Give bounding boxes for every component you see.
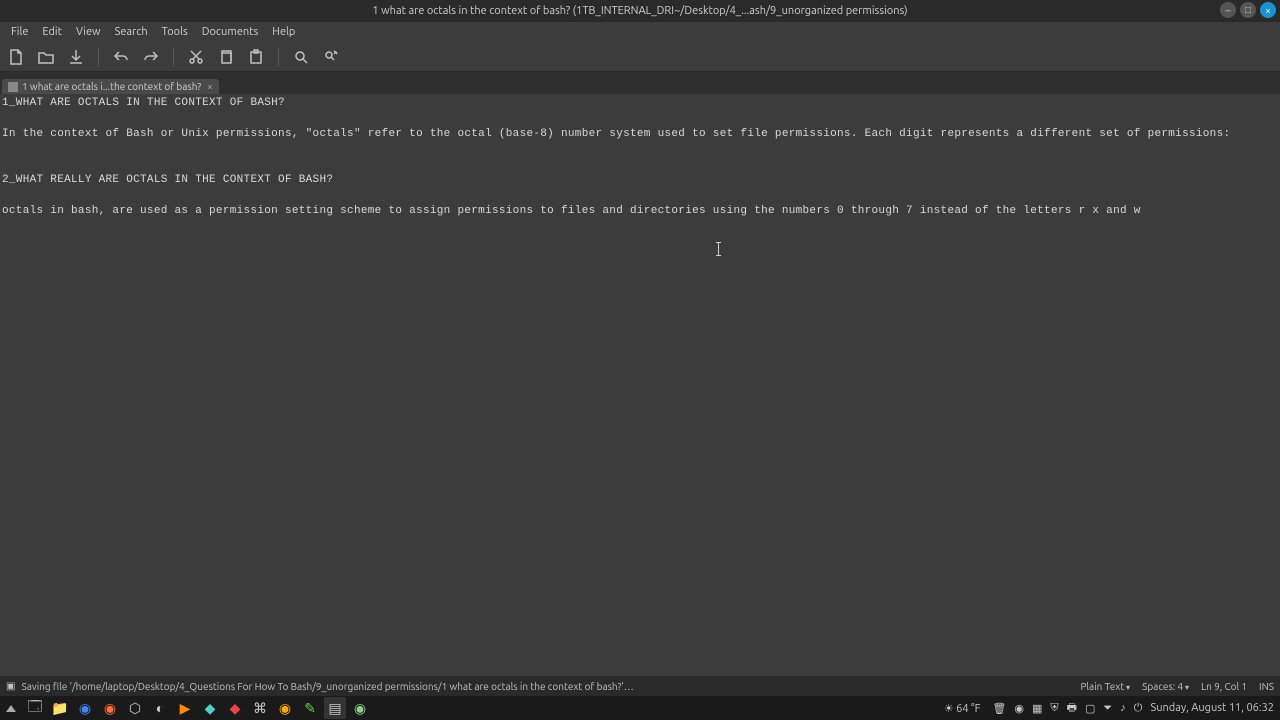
- taskbar-app-generic1[interactable]: ⬡: [124, 697, 146, 719]
- taskbar-app-editor[interactable]: ▤: [324, 697, 346, 719]
- status-indent-selector[interactable]: Spaces: 4: [1142, 681, 1189, 692]
- menu-search[interactable]: Search: [108, 26, 155, 38]
- search-icon[interactable]: [293, 49, 309, 65]
- taskbar-app-generic2[interactable]: ◆: [199, 697, 221, 719]
- taskbar-apps: 🗔 📁 ◉ ◉ ⬡ ◐ ▶ ◆ ◆ ⌘ ◉ ✎ ▤ ◉: [24, 697, 371, 719]
- taskbar-app-generic3[interactable]: ◆: [224, 697, 246, 719]
- window-titlebar: 1 what are octals in the context of bash…: [0, 0, 1280, 22]
- system-tray: 64 °F 🗑 ◉ ▦ ⛨ 🖶 ▢ ⏷ ♪ ⏻ Sunday, August 1…: [944, 699, 1280, 718]
- window-controls: – □ ×: [1220, 2, 1276, 18]
- window-maximize-button[interactable]: □: [1240, 2, 1256, 18]
- toolbar-separator: [98, 48, 99, 66]
- cut-icon[interactable]: [188, 49, 204, 65]
- editor-line: 2_WHAT REALLY ARE OCTALS IN THE CONTEXT …: [2, 174, 333, 186]
- start-menu-button[interactable]: [0, 697, 22, 719]
- taskbar-app-generic5[interactable]: ✎: [299, 697, 321, 719]
- redo-icon[interactable]: [143, 49, 159, 65]
- taskbar-app-firefox[interactable]: ◉: [99, 697, 121, 719]
- editor-line: 1_WHAT ARE OCTALS IN THE CONTEXT OF BASH…: [2, 97, 285, 109]
- menubar: File Edit View Search Tools Documents He…: [0, 22, 1280, 42]
- text-cursor: [718, 242, 719, 256]
- tray-power-icon[interactable]: ⏻: [1134, 702, 1143, 715]
- status-cursor-position: Ln 9, Col 1: [1201, 681, 1247, 692]
- tab-close-icon[interactable]: ×: [207, 81, 213, 92]
- document-tabbar: 1 what are octals i...the context of bas…: [0, 72, 1280, 94]
- menu-edit[interactable]: Edit: [35, 26, 69, 38]
- window-close-button[interactable]: ×: [1260, 2, 1276, 18]
- document-icon: [8, 82, 18, 92]
- toolbar: [0, 42, 1280, 72]
- save-file-icon[interactable]: [68, 49, 84, 65]
- tray-clock[interactable]: Sunday, August 11, 06:32: [1150, 702, 1274, 714]
- taskbar-app-media[interactable]: ▶: [174, 697, 196, 719]
- tab-label: 1 what are octals i...the context of bas…: [22, 81, 201, 92]
- tray-volume-icon[interactable]: ♪: [1120, 702, 1126, 714]
- document-tab[interactable]: 1 what are octals i...the context of bas…: [2, 79, 219, 94]
- menu-file[interactable]: File: [4, 26, 35, 38]
- menu-view[interactable]: View: [69, 26, 108, 38]
- paste-icon[interactable]: [248, 49, 264, 65]
- status-syntax-selector[interactable]: Plain Text: [1080, 681, 1130, 692]
- menu-tools[interactable]: Tools: [155, 26, 195, 38]
- tray-network-icon[interactable]: ⏷: [1103, 702, 1112, 715]
- tray-display-icon[interactable]: ▢: [1085, 702, 1095, 715]
- tray-weather[interactable]: 64 °F: [944, 702, 981, 715]
- taskbar-app-chrome[interactable]: ◉: [74, 697, 96, 719]
- tray-printer-icon[interactable]: 🖶: [1067, 699, 1077, 718]
- editor-line: octals in bash, are used as a permission…: [2, 205, 1141, 217]
- taskbar-app-mint[interactable]: ◉: [349, 697, 371, 719]
- taskbar-app-steam[interactable]: ◐: [149, 697, 171, 719]
- copy-icon[interactable]: [218, 49, 234, 65]
- taskbar-app-files[interactable]: 🗔: [24, 697, 46, 719]
- toolbar-separator: [173, 48, 174, 66]
- status-save-message: Saving file '/home/laptop/Desktop/4_Ques…: [21, 681, 633, 692]
- menu-documents[interactable]: Documents: [195, 26, 266, 38]
- editor-statusbar: ▣ Saving file '/home/laptop/Desktop/4_Qu…: [0, 676, 1280, 696]
- text-editor[interactable]: 1_WHAT ARE OCTALS IN THE CONTEXT OF BASH…: [0, 94, 1280, 690]
- editor-line: In the context of Bash or Unix permissio…: [2, 128, 1230, 140]
- tray-recorder-icon[interactable]: ◉: [1014, 702, 1024, 715]
- tray-shield-icon[interactable]: ⛨: [1050, 702, 1058, 715]
- toolbar-separator: [278, 48, 279, 66]
- taskbar-app-filemanager[interactable]: 📁: [49, 697, 71, 719]
- window-minimize-button[interactable]: –: [1220, 2, 1236, 18]
- taskbar-app-generic4[interactable]: ◉: [274, 697, 296, 719]
- tray-workspace-icon[interactable]: ▦: [1032, 702, 1042, 715]
- open-file-icon[interactable]: [38, 49, 54, 65]
- status-insert-mode[interactable]: INS: [1259, 681, 1274, 692]
- taskbar-app-terminal[interactable]: ⌘: [249, 697, 271, 719]
- window-title: 1 what are octals in the context of bash…: [372, 5, 907, 17]
- tray-trash-icon[interactable]: 🗑: [992, 702, 1006, 715]
- find-replace-icon[interactable]: [323, 49, 339, 65]
- undo-icon[interactable]: [113, 49, 129, 65]
- new-file-icon[interactable]: [8, 49, 24, 65]
- desktop-panel: 🗔 📁 ◉ ◉ ⬡ ◐ ▶ ◆ ◆ ⌘ ◉ ✎ ▤ ◉ 64 °F 🗑 ◉ ▦ …: [0, 696, 1280, 720]
- menu-help[interactable]: Help: [265, 26, 302, 38]
- status-save-icon: ▣: [6, 680, 15, 692]
